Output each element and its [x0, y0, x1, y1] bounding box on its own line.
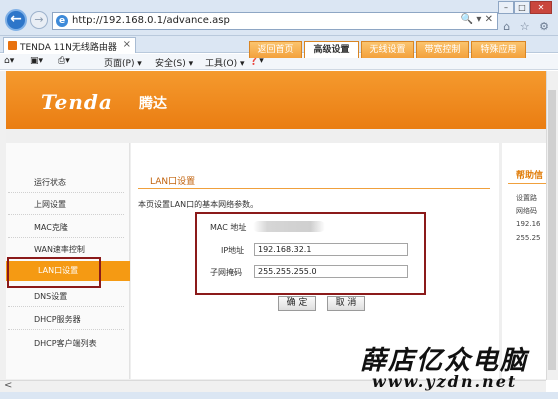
- sidebar-item-status[interactable]: 运行状态: [34, 177, 66, 188]
- home-icon[interactable]: ⌂▾: [4, 56, 14, 66]
- search-refresh-icons[interactable]: 🔍 ▾ ✕: [461, 14, 493, 25]
- highlight-box-form: [195, 212, 426, 295]
- sidebar-item-dhcp-clients[interactable]: DHCP客户端列表: [34, 338, 97, 349]
- tab-advanced[interactable]: 高级设置: [304, 41, 359, 58]
- safety-menu[interactable]: 安全(S) ▾: [155, 56, 193, 69]
- window-controls: – □ ✕: [498, 1, 552, 14]
- browser-toolbar: ← → e http://192.168.0.1/advance.asp 🔍 ▾…: [0, 0, 558, 36]
- page-description: 本页设置LAN口的基本网络参数。: [138, 200, 259, 209]
- tab-home[interactable]: 返回首页: [249, 41, 302, 58]
- tab-wireless[interactable]: 无线设置: [361, 41, 414, 58]
- sidebar-item-mac-clone[interactable]: MAC克隆: [34, 222, 68, 233]
- tools-menu[interactable]: 工具(O) ▾: [205, 56, 245, 69]
- minimize-button[interactable]: –: [498, 1, 514, 14]
- close-window-button[interactable]: ✕: [530, 1, 552, 14]
- window-bottom-border: [0, 392, 558, 399]
- feeds-icon[interactable]: ▣▾: [30, 56, 43, 66]
- title-divider: [138, 188, 490, 189]
- tab-bandwidth[interactable]: 带宽控制: [416, 41, 469, 58]
- scroll-left-arrow-icon[interactable]: <: [4, 380, 12, 391]
- tenda-favicon-icon: [8, 41, 17, 50]
- sidebar-divider: [8, 214, 124, 215]
- sidebar-item-dhcp-server[interactable]: DHCP服务器: [34, 314, 81, 325]
- help-text-line: 网络码: [516, 207, 537, 215]
- address-bar[interactable]: e http://192.168.0.1/advance.asp 🔍 ▾ ✕: [52, 12, 498, 30]
- cancel-button[interactable]: 取 消: [327, 296, 365, 311]
- sidebar-divider: [8, 237, 124, 238]
- browser-tab[interactable]: TENDA 11N无线路由器 ×: [3, 37, 136, 53]
- sidebar-item-dns[interactable]: DNS设置: [34, 291, 67, 302]
- sidebar-item-wan-speed[interactable]: WAN速率控制: [34, 244, 85, 255]
- forward-button[interactable]: →: [30, 11, 48, 29]
- tab-title: TENDA 11N无线路由器: [20, 43, 117, 53]
- tenda-logo-cn: 腾达: [139, 96, 167, 112]
- sidebar-item-internet[interactable]: 上网设置: [34, 199, 66, 210]
- ie-icon: e: [56, 15, 68, 27]
- tab-close-icon[interactable]: ×: [123, 39, 131, 50]
- maximize-button[interactable]: □: [514, 1, 530, 14]
- print-icon[interactable]: ⎙▾: [58, 56, 70, 66]
- tab-special[interactable]: 特殊应用: [471, 41, 526, 58]
- page-title: LAN口设置: [150, 177, 196, 187]
- sidebar-divider: [8, 192, 124, 193]
- vertical-scroll-thumb[interactable]: [548, 90, 556, 370]
- home-star-gear-icons[interactable]: ⌂ ☆ ⚙: [503, 20, 552, 33]
- highlight-box-sidebar: [7, 257, 101, 288]
- help-text-line: 192.16: [516, 220, 541, 228]
- page-menu[interactable]: 页面(P) ▾: [104, 56, 142, 69]
- tenda-logo: Tenda: [41, 90, 113, 114]
- sidebar-divider: [8, 306, 124, 307]
- tenda-header: Tenda 腾达: [6, 71, 546, 129]
- ok-button[interactable]: 确 定: [278, 296, 316, 311]
- help-text-line: 255.25: [516, 234, 541, 242]
- back-button[interactable]: ←: [5, 9, 27, 31]
- help-divider: [508, 183, 546, 184]
- help-title: 帮助信: [516, 171, 544, 181]
- url-text: http://192.168.0.1/advance.asp: [72, 15, 230, 26]
- sidebar-divider: [8, 329, 124, 330]
- help-text-line: 设置路: [516, 194, 537, 202]
- watermark-url: www.yzdn.net: [372, 372, 518, 391]
